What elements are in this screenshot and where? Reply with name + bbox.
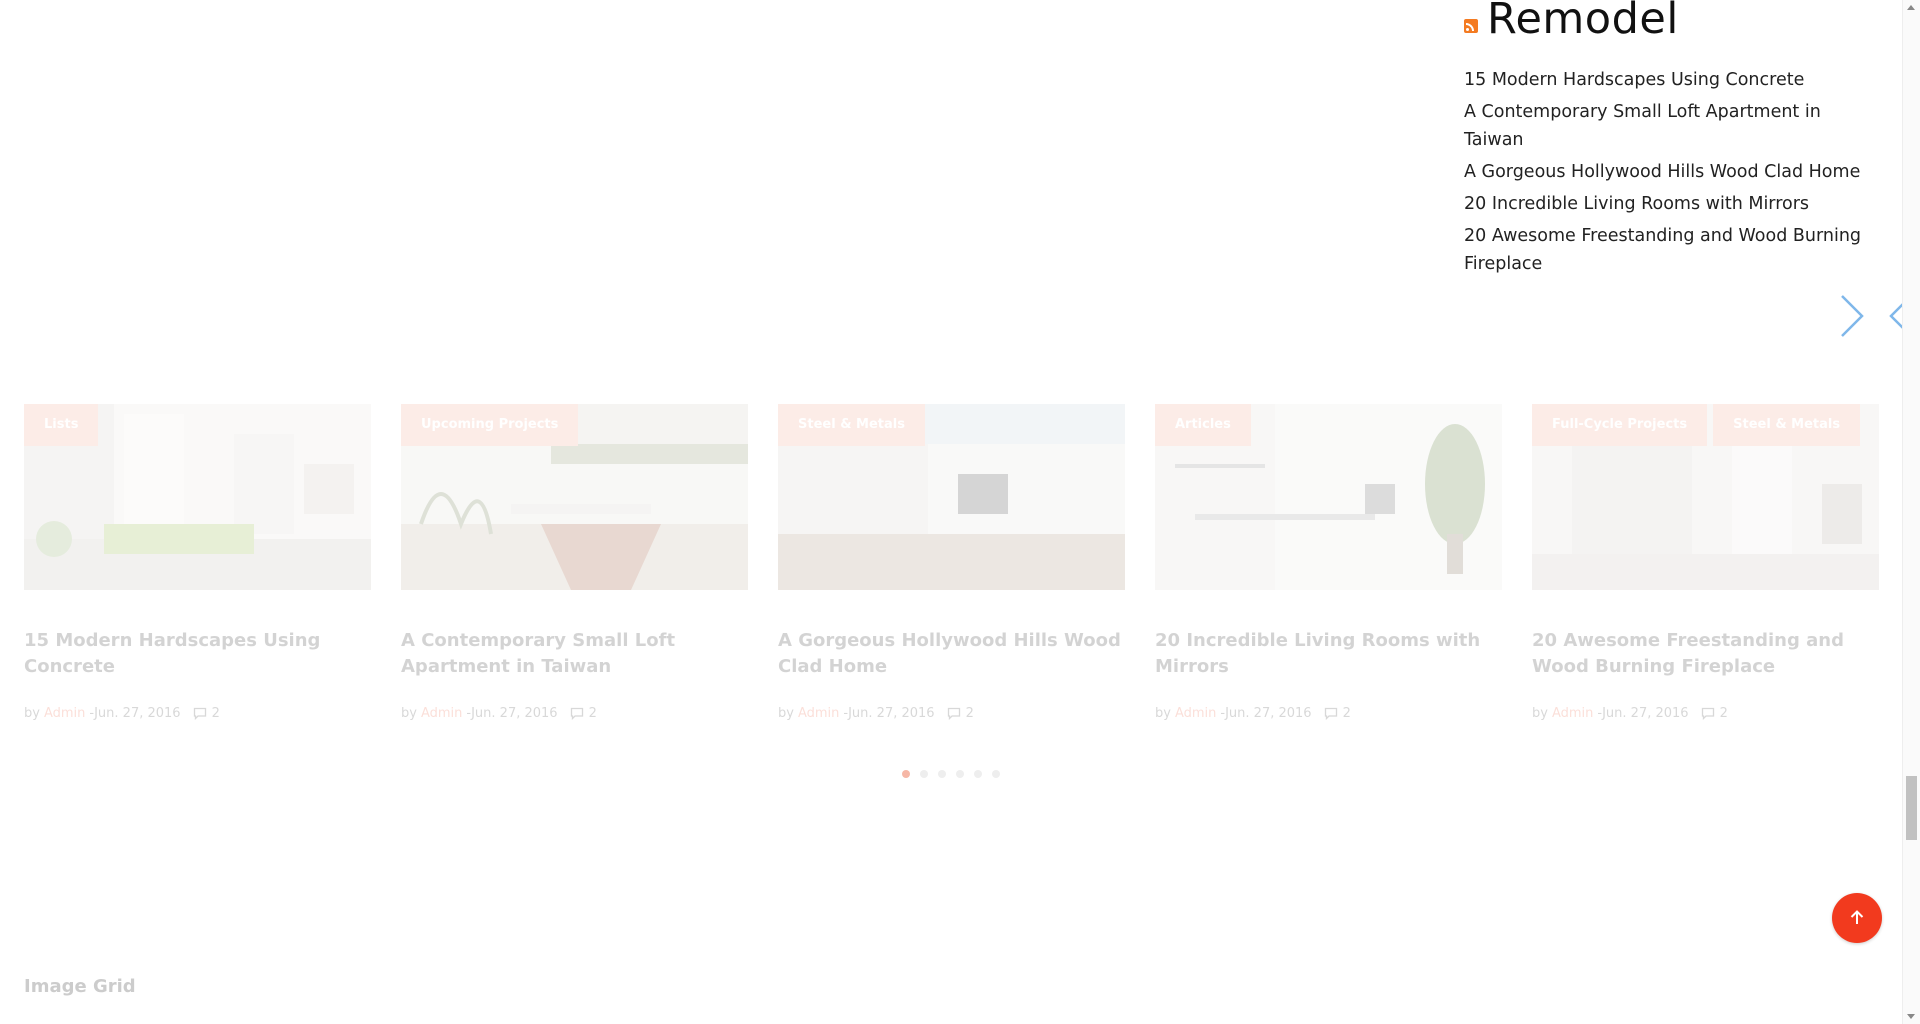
post-card: Full-Cycle Projects Steel & Metals 20 Aw… [1532, 404, 1879, 721]
post-date: Jun. 27, 2016 [1602, 706, 1689, 721]
category-tag[interactable]: Articles [1155, 404, 1251, 446]
arrow-up-icon [1850, 910, 1864, 924]
post-title[interactable]: 15 Modern Hardscapes Using Concrete [24, 628, 371, 684]
comments-link[interactable]: 2 [1324, 706, 1351, 721]
category-tag[interactable]: Lists [24, 404, 99, 446]
post-carousel: Lists 15 Modern Hardscapes Using Concret… [24, 404, 1879, 744]
rss-list: 15 Modern Hardscapes Using Concrete A Co… [1464, 66, 1884, 278]
post-date: Jun. 27, 2016 [1225, 706, 1312, 721]
carousel-next-button[interactable] [1834, 290, 1868, 342]
post-date: Jun. 27, 2016 [848, 706, 935, 721]
pagination-dot[interactable] [974, 770, 982, 778]
rss-title: Remodel [1464, 0, 1884, 44]
meta-by: by [1155, 706, 1171, 721]
meta-by: by [24, 706, 40, 721]
scroll-down-arrow-icon[interactable] [1907, 1014, 1915, 1019]
back-to-top-button[interactable] [1832, 893, 1882, 943]
rss-link[interactable]: 15 Modern Hardscapes Using Concrete [1464, 66, 1884, 94]
author-link[interactable]: Admin [1552, 706, 1593, 721]
post-meta: by Admin - Jun. 27, 2016 2 [1532, 706, 1879, 721]
post-title[interactable]: 20 Incredible Living Rooms with Mirrors [1155, 628, 1502, 684]
post-title[interactable]: A Gorgeous Hollywood Hills Wood Clad Hom… [778, 628, 1125, 684]
author-link[interactable]: Admin [421, 706, 462, 721]
meta-by: by [1532, 706, 1548, 721]
post-meta: by Admin - Jun. 27, 2016 2 [1155, 706, 1502, 721]
meta-by: by [401, 706, 417, 721]
post-date: Jun. 27, 2016 [471, 706, 558, 721]
post-image[interactable]: Steel & Metals [778, 404, 1125, 590]
comment-count: 2 [965, 706, 974, 721]
post-image[interactable]: Lists [24, 404, 371, 590]
comment-icon [947, 707, 960, 720]
post-meta: by Admin - Jun. 27, 2016 2 [401, 706, 748, 721]
comments-link[interactable]: 2 [947, 706, 974, 721]
carousel-pagination [902, 770, 1000, 778]
pagination-dot[interactable] [902, 770, 910, 778]
comment-icon [570, 707, 583, 720]
post-card: Steel & Metals A Gorgeous Hollywood Hill… [778, 404, 1125, 721]
post-title[interactable]: A Contemporary Small Loft Apartment in T… [401, 628, 748, 684]
post-card: Lists 15 Modern Hardscapes Using Concret… [24, 404, 371, 721]
category-tag[interactable]: Steel & Metals [1713, 404, 1861, 446]
post-card: Upcoming Projects A Contemporary Small L… [401, 404, 748, 721]
comment-icon [193, 707, 206, 720]
comment-icon [1701, 707, 1714, 720]
pagination-dot[interactable] [992, 770, 1000, 778]
post-meta: by Admin - Jun. 27, 2016 2 [24, 706, 371, 721]
comment-count: 2 [588, 706, 597, 721]
scroll-up-arrow-icon[interactable] [1907, 5, 1915, 10]
rss-icon[interactable] [1464, 19, 1478, 33]
author-link[interactable]: Admin [1175, 706, 1216, 721]
comments-link[interactable]: 2 [570, 706, 597, 721]
comments-link[interactable]: 2 [1701, 706, 1728, 721]
rss-widget: Remodel 15 Modern Hardscapes Using Concr… [1464, 0, 1884, 282]
rss-link[interactable]: 20 Incredible Living Rooms with Mirrors [1464, 190, 1884, 218]
category-tag[interactable]: Steel & Metals [778, 404, 925, 446]
comment-count: 2 [1719, 706, 1728, 721]
post-image[interactable]: Full-Cycle Projects Steel & Metals [1532, 404, 1879, 590]
category-tag[interactable]: Upcoming Projects [401, 404, 579, 446]
comment-count: 2 [211, 706, 220, 721]
comment-count: 2 [1342, 706, 1351, 721]
pagination-dot[interactable] [938, 770, 946, 778]
scrollbar-thumb[interactable] [1906, 776, 1917, 840]
post-meta: by Admin - Jun. 27, 2016 2 [778, 706, 1125, 721]
rss-link[interactable]: A Gorgeous Hollywood Hills Wood Clad Hom… [1464, 158, 1884, 186]
rss-heading[interactable]: Remodel [1487, 0, 1679, 44]
meta-by: by [778, 706, 794, 721]
author-link[interactable]: Admin [44, 706, 85, 721]
post-image[interactable]: Upcoming Projects [401, 404, 748, 590]
page-scrollbar[interactable] [1902, 0, 1920, 1024]
pagination-dot[interactable] [956, 770, 964, 778]
author-link[interactable]: Admin [798, 706, 839, 721]
rss-link[interactable]: A Contemporary Small Loft Apartment in T… [1464, 98, 1884, 154]
post-date: Jun. 27, 2016 [94, 706, 181, 721]
comment-icon [1324, 707, 1337, 720]
section-heading: Image Grid [24, 976, 136, 997]
post-image[interactable]: Articles [1155, 404, 1502, 590]
post-title[interactable]: 20 Awesome Freestanding and Wood Burning… [1532, 628, 1879, 684]
category-tag[interactable]: Full-Cycle Projects [1532, 404, 1708, 446]
comments-link[interactable]: 2 [193, 706, 220, 721]
rss-link[interactable]: 20 Awesome Freestanding and Wood Burning… [1464, 222, 1884, 278]
chevron-right-icon [1841, 295, 1864, 337]
pagination-dot[interactable] [920, 770, 928, 778]
post-card: Articles 20 Incredible Living Rooms with… [1155, 404, 1502, 721]
